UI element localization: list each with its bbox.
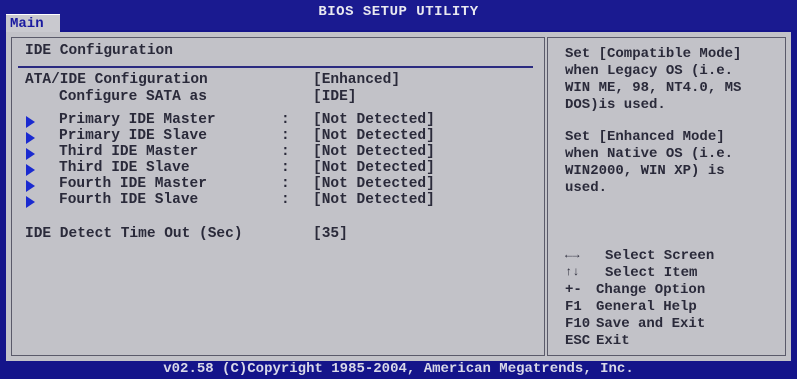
key-desc: Change Option	[596, 282, 706, 298]
device-label[interactable]: Primary IDE Master	[59, 112, 216, 128]
device-status: [Not Detected]	[313, 192, 435, 208]
key-name: ESC	[565, 333, 591, 349]
ide-timeout-value[interactable]: [35]	[313, 226, 348, 242]
separator-colon: :	[281, 144, 290, 160]
key-desc: Select Screen	[605, 248, 715, 264]
key-desc: General Help	[596, 299, 697, 315]
section-divider	[18, 66, 533, 68]
device-status: [Not Detected]	[313, 128, 435, 144]
key-name: +-	[565, 282, 582, 298]
copyright-footer: v02.58 (C)Copyright 1985-2004, American …	[163, 361, 634, 377]
submenu-arrow-icon	[26, 148, 35, 160]
device-status: [Not Detected]	[313, 144, 435, 160]
device-status: [Not Detected]	[313, 112, 435, 128]
separator-colon: :	[281, 192, 290, 208]
separator-colon: :	[281, 160, 290, 176]
ide-timeout-label[interactable]: IDE Detect Time Out (Sec)	[25, 226, 243, 242]
submenu-arrow-icon	[26, 132, 35, 144]
separator-colon: :	[281, 128, 290, 144]
setting-ata-ide-configuration-value[interactable]: [Enhanced]	[313, 72, 400, 88]
help-line: WIN ME, 98, NT4.0, MS	[565, 80, 742, 96]
device-label[interactable]: Third IDE Master	[59, 144, 198, 160]
device-label[interactable]: Fourth IDE Slave	[59, 192, 198, 208]
key-desc: Exit	[596, 333, 630, 349]
help-line: DOS)is used.	[565, 97, 666, 113]
device-status: [Not Detected]	[313, 160, 435, 176]
device-status: [Not Detected]	[313, 176, 435, 192]
help-line: Set [Compatible Mode]	[565, 46, 742, 62]
submenu-arrow-icon	[26, 196, 35, 208]
help-line: when Native OS (i.e.	[565, 146, 734, 162]
device-label[interactable]: Fourth IDE Master	[59, 176, 207, 192]
device-label[interactable]: Primary IDE Slave	[59, 128, 207, 144]
setting-configure-sata-value[interactable]: [IDE]	[313, 89, 357, 105]
submenu-arrow-icon	[26, 164, 35, 176]
submenu-arrow-icon	[26, 180, 35, 192]
separator-colon: :	[281, 176, 290, 192]
setting-ata-ide-configuration-label[interactable]: ATA/IDE Configuration	[25, 72, 208, 88]
help-line: used.	[565, 180, 608, 196]
device-label[interactable]: Third IDE Slave	[59, 160, 190, 176]
left-right-arrows-icon: ←→	[565, 248, 580, 262]
help-line: Set [Enhanced Mode]	[565, 129, 725, 145]
help-line: when Legacy OS (i.e.	[565, 63, 734, 79]
key-name: F10	[565, 316, 591, 332]
help-line: WIN2000, WIN XP) is	[565, 163, 725, 179]
window-title: BIOS SETUP UTILITY	[318, 4, 479, 20]
submenu-arrow-icon	[26, 116, 35, 128]
up-down-arrows-icon: ↑↓	[565, 265, 580, 279]
key-desc: Save and Exit	[596, 316, 706, 332]
separator-colon: :	[281, 112, 290, 128]
setting-configure-sata-label[interactable]: Configure SATA as	[59, 89, 207, 105]
key-name: F1	[565, 299, 582, 315]
key-desc: Select Item	[605, 265, 698, 281]
section-title: IDE Configuration	[25, 43, 173, 59]
tab-main[interactable]: Main	[6, 14, 60, 32]
